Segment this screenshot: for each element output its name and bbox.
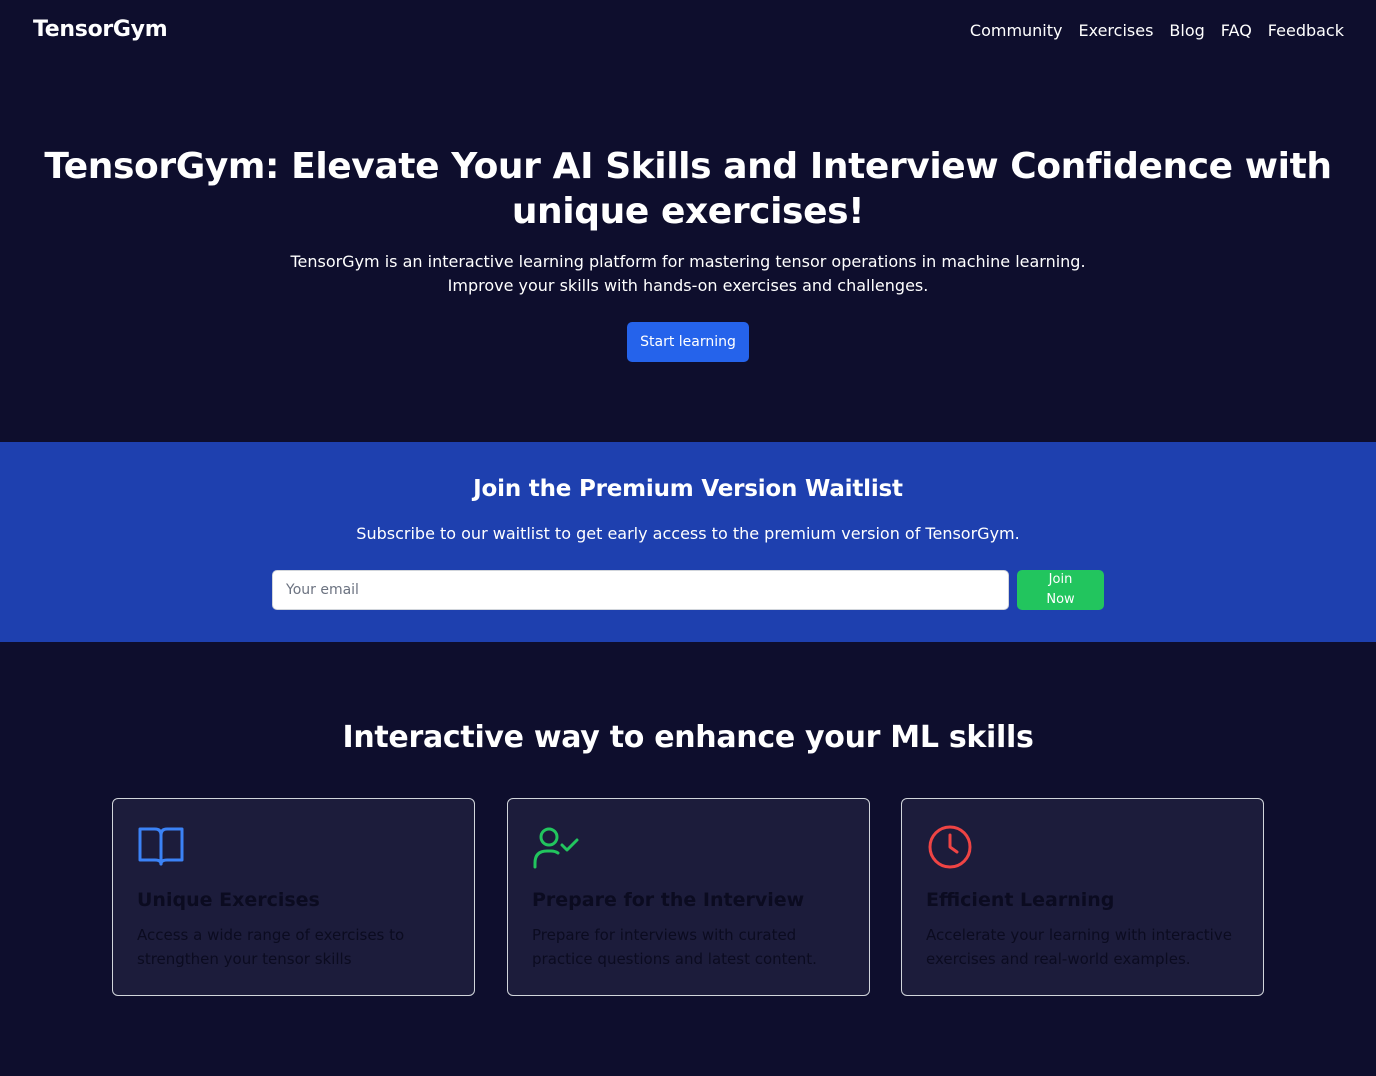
nav-link-feedback[interactable]: Feedback (1268, 21, 1344, 40)
main-nav: Community Exercises Blog FAQ Feedback (970, 21, 1344, 40)
feature-card-title: Prepare for the Interview (532, 889, 805, 911)
hero-subtitle: TensorGym is an interactive learning pla… (188, 250, 1188, 298)
feature-card-efficient-learning: Efficient Learning Accelerate your learn… (901, 798, 1264, 996)
hero-subtitle-line-1: TensorGym is an interactive learning pla… (290, 252, 1086, 271)
user-check-icon (533, 827, 579, 869)
start-learning-button[interactable]: Start learning (627, 322, 749, 362)
brand-logo[interactable]: TensorGym (33, 17, 168, 42)
book-open-icon (138, 827, 184, 866)
nav-link-exercises[interactable]: Exercises (1079, 21, 1154, 40)
join-now-button[interactable]: Join Now (1017, 570, 1104, 610)
feature-card-unique-exercises: Unique Exercises Access a wide range of … (112, 798, 475, 996)
waitlist-title: Join the Premium Version Waitlist (473, 476, 903, 502)
feature-card-description: Access a wide range of exercises to stre… (137, 926, 405, 968)
waitlist-subtitle: Subscribe to our waitlist to get early a… (356, 524, 1020, 543)
features-title: Interactive way to enhance your ML skill… (342, 720, 1034, 755)
hero-section: TensorGym: Elevate Your AI Skills and In… (0, 64, 1376, 442)
nav-link-community[interactable]: Community (970, 21, 1063, 40)
site-header: TensorGym Community Exercises Blog FAQ F… (0, 0, 1376, 64)
feature-card-title: Efficient Learning (926, 889, 1115, 911)
waitlist-section: Join the Premium Version Waitlist Subscr… (0, 442, 1376, 642)
feature-card-description: Accelerate your learning with interactiv… (926, 926, 1232, 968)
nav-link-blog[interactable]: Blog (1169, 21, 1204, 40)
clock-icon (928, 825, 972, 869)
email-input[interactable] (272, 570, 1009, 610)
feature-card-description: Prepare for interviews with curated prac… (532, 926, 817, 968)
feature-card-interview: Prepare for the Interview Prepare for in… (507, 798, 870, 996)
nav-link-faq[interactable]: FAQ (1221, 21, 1252, 40)
hero-title: TensorGym: Elevate Your AI Skills and In… (44, 146, 1332, 232)
feature-card-title: Unique Exercises (137, 889, 320, 911)
hero-subtitle-line-2: Improve your skills with hands-on exerci… (447, 276, 929, 295)
